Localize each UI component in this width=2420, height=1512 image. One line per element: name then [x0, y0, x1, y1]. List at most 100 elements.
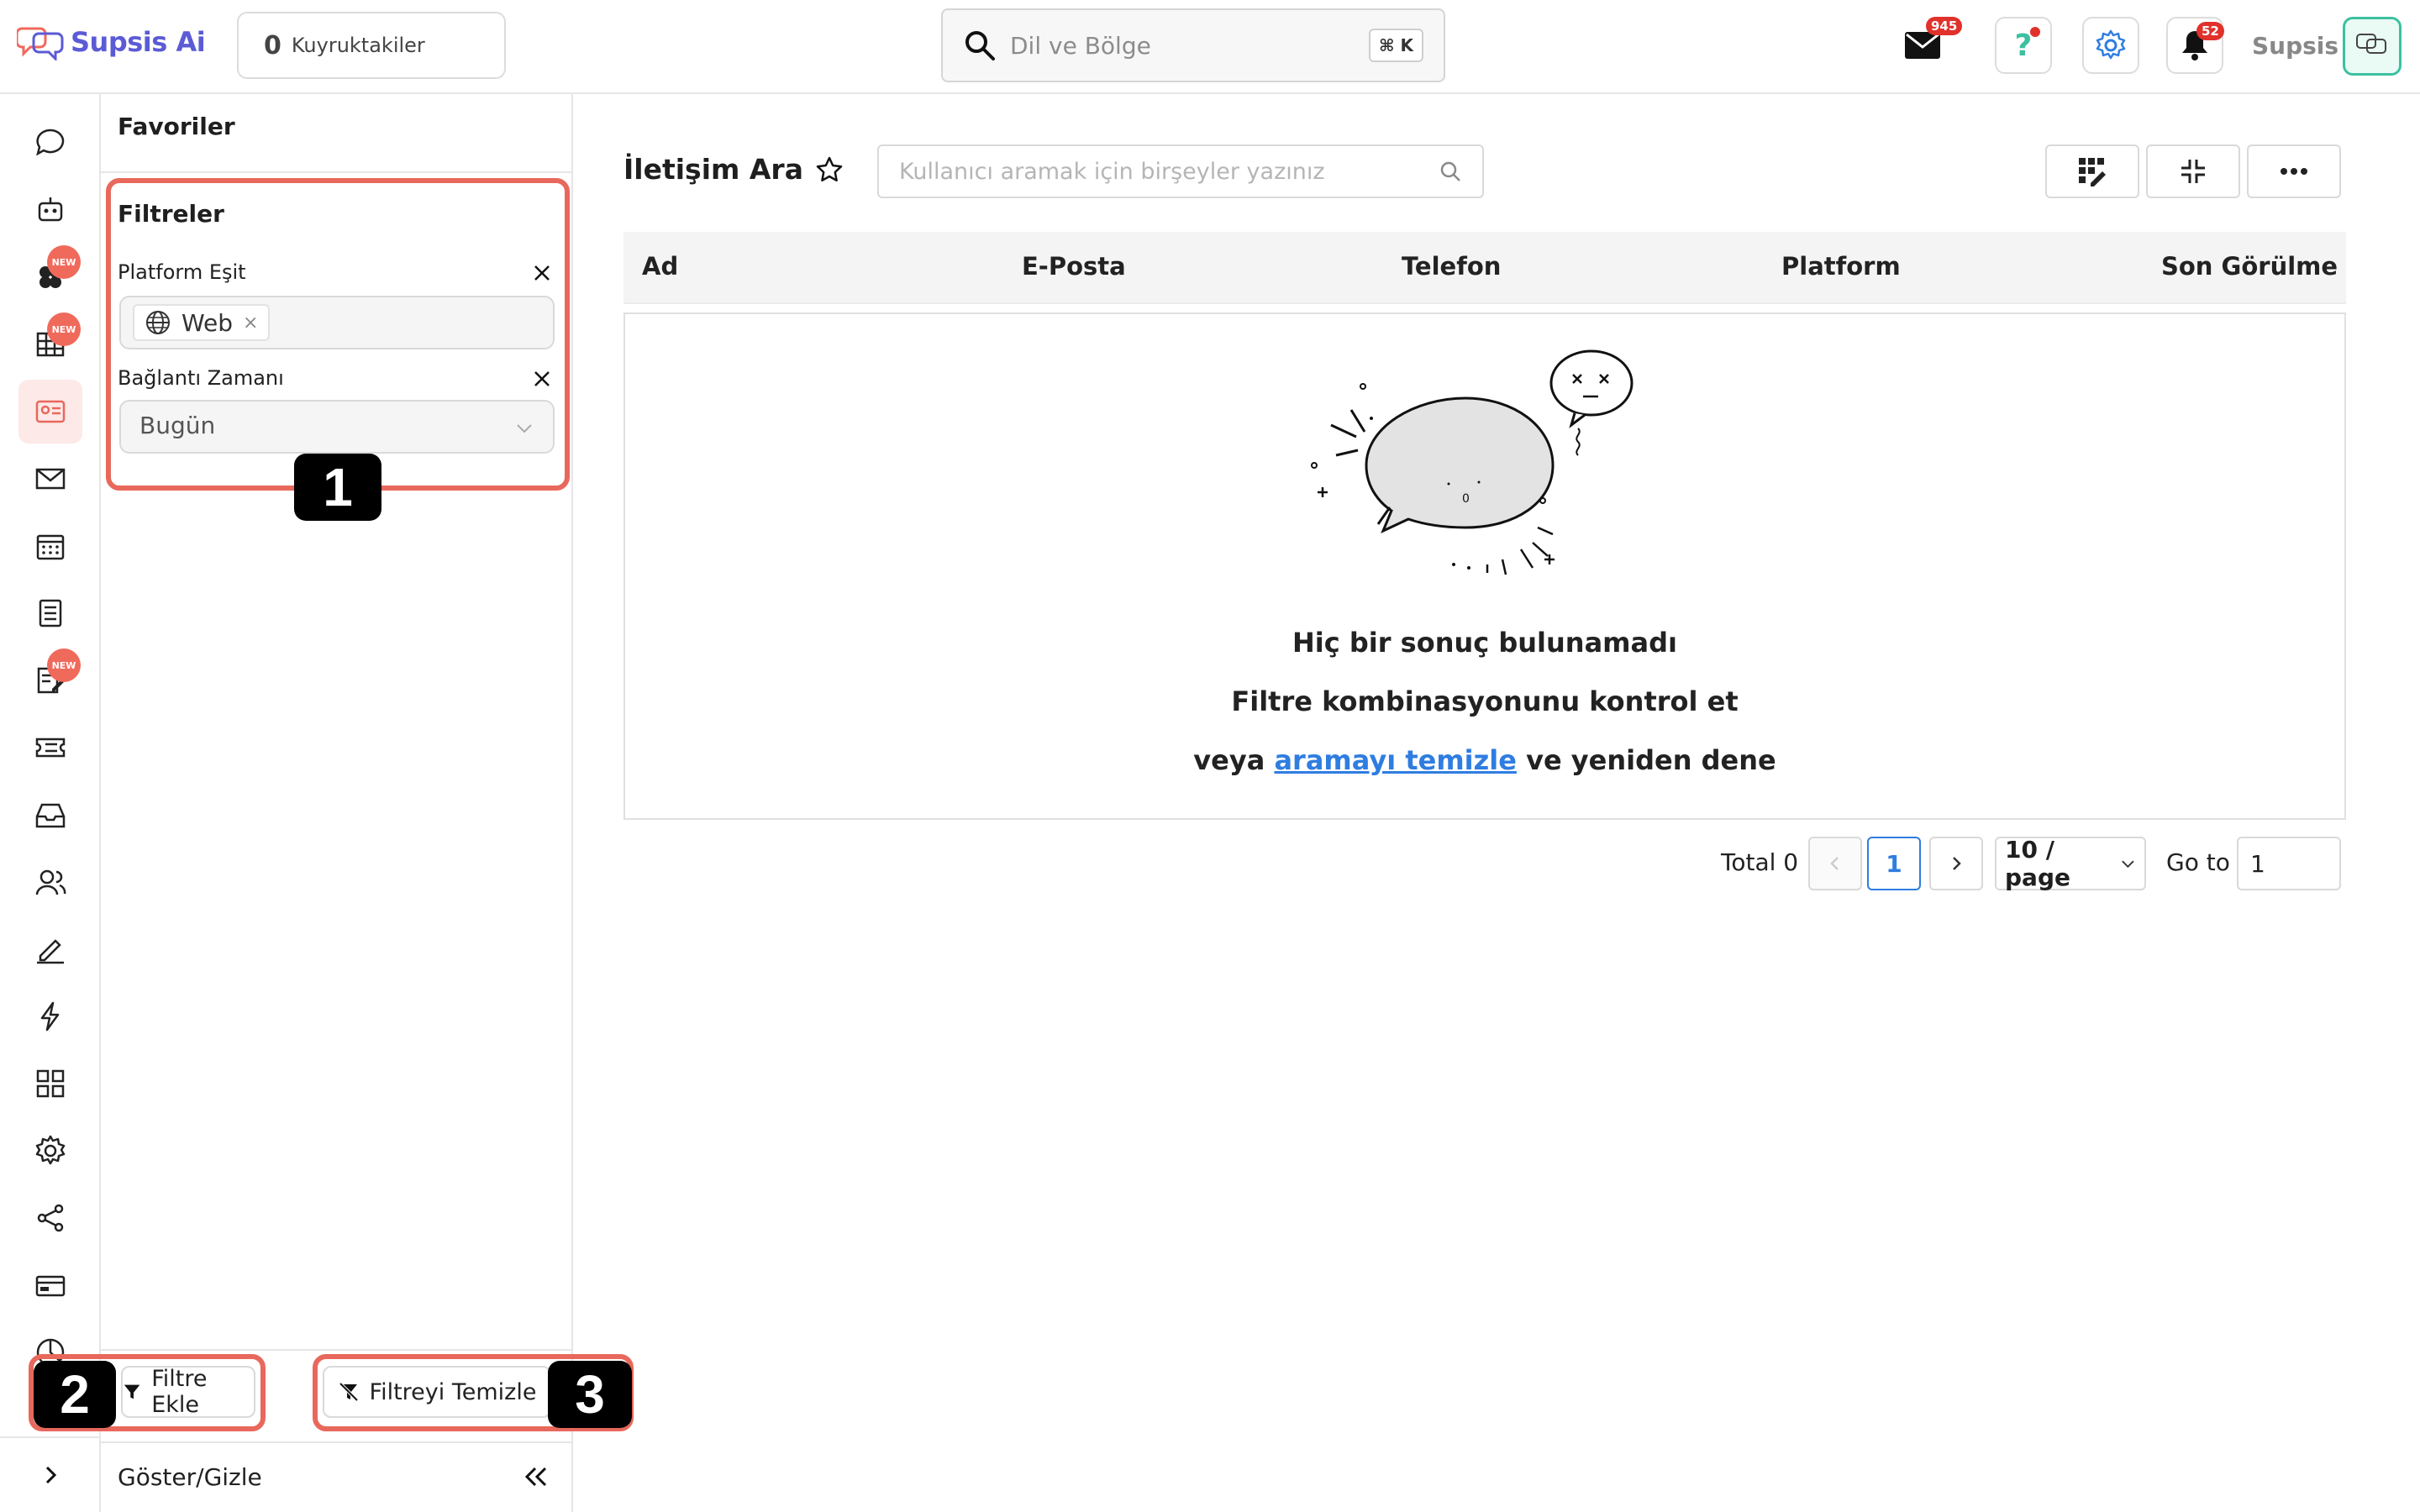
- queue-count: 0: [264, 30, 281, 60]
- search-shortcut: ⌘ K: [1368, 29, 1423, 62]
- page-number-button[interactable]: 1: [1867, 837, 1921, 890]
- close-icon: [534, 265, 550, 281]
- toggle-panel-label[interactable]: Göster/Gizle: [118, 1463, 262, 1491]
- goto-page-input[interactable]: 1: [2237, 837, 2341, 890]
- apps-grid-icon: [36, 1069, 65, 1098]
- calendar-icon: [36, 534, 65, 560]
- nav-settings[interactable]: [18, 1119, 82, 1183]
- contact-search-input[interactable]: Kullanıcı aramak için birşeyler yazınız: [877, 144, 1484, 198]
- mail-icon: [35, 468, 66, 490]
- annotation-badge-1: 1: [294, 454, 381, 521]
- divider: [101, 171, 571, 173]
- column-settings-button[interactable]: [2045, 144, 2139, 198]
- search-icon: [965, 31, 995, 60]
- more-options-button[interactable]: [2247, 144, 2341, 198]
- settings-button[interactable]: [2082, 17, 2139, 74]
- nav-mail[interactable]: [18, 447, 82, 511]
- nav-tickets[interactable]: [18, 716, 82, 780]
- nav-forms[interactable]: NEW: [18, 648, 82, 712]
- envelope-icon: [1905, 32, 1940, 59]
- empty-speech-bubble-illustration: 0: [1311, 349, 1634, 575]
- nav-chat[interactable]: [18, 111, 82, 175]
- nav-automation[interactable]: [18, 984, 82, 1048]
- nav-signature[interactable]: [18, 917, 82, 981]
- nav-apps[interactable]: [18, 1052, 82, 1116]
- new-tag: NEW: [47, 312, 81, 346]
- grid-edit-icon: [2079, 158, 2106, 186]
- avatar[interactable]: [2343, 17, 2402, 76]
- nav-integrations[interactable]: [18, 1186, 82, 1250]
- remove-connection-time-filter-button[interactable]: [529, 366, 555, 391]
- nav-inbox[interactable]: [18, 783, 82, 847]
- chevron-right-icon: [45, 1466, 57, 1484]
- nav-table[interactable]: NEW: [18, 312, 82, 376]
- prev-page-button[interactable]: [1808, 837, 1862, 890]
- chip-remove-icon[interactable]: ×: [243, 312, 258, 333]
- clear-search-link[interactable]: aramayı temizle: [1274, 744, 1517, 776]
- avatar-logo-icon: [2356, 34, 2386, 54]
- nav-list[interactable]: [18, 581, 82, 645]
- share-icon: [37, 1204, 64, 1232]
- collapse-icon: [2181, 160, 2205, 183]
- favorites-title: Favoriler: [118, 113, 235, 140]
- nav-contacts[interactable]: [18, 380, 82, 444]
- connection-time-select[interactable]: Bugün: [119, 400, 555, 454]
- remove-platform-filter-button[interactable]: [529, 260, 555, 286]
- column-header-phone[interactable]: Telefon: [1402, 252, 1501, 281]
- star-icon[interactable]: [815, 155, 844, 184]
- left-navigation-rail: NEW NEW NEW: [0, 94, 101, 1512]
- globe-icon: [146, 311, 170, 334]
- page-size-select[interactable]: 10 / page: [1995, 836, 2146, 891]
- goto-label: Go to: [2166, 848, 2230, 876]
- settings-gear-icon: [35, 1135, 66, 1165]
- signature-icon: [37, 939, 64, 964]
- platform-filter-input[interactable]: Web ×: [119, 296, 555, 349]
- platform-chip-label: Web: [182, 308, 234, 337]
- expand-rail-button[interactable]: [0, 1436, 101, 1512]
- user-name[interactable]: Supsis: [2252, 32, 2338, 60]
- column-header-name[interactable]: Ad: [642, 252, 678, 281]
- help-dot: [2030, 27, 2040, 37]
- contact-search-placeholder: Kullanıcı aramak için birşeyler yazınız: [899, 158, 1325, 185]
- logo-text: Supsis Ai: [71, 26, 206, 58]
- column-header-last-seen[interactable]: Son Görülme: [2161, 252, 2338, 281]
- chat-bubble-icon: [36, 129, 65, 156]
- help-button[interactable]: ?: [1995, 17, 2052, 74]
- chevron-left-icon: [1830, 857, 1839, 870]
- queue-counter[interactable]: 0 Kuyruktakiler: [237, 12, 506, 79]
- robot-icon: [38, 197, 63, 222]
- column-header-email[interactable]: E-Posta: [1022, 252, 1126, 281]
- divider: [101, 1441, 571, 1443]
- clear-filter-button[interactable]: Filtreyi Temizle: [323, 1366, 551, 1418]
- nav-billing[interactable]: [18, 1253, 82, 1317]
- next-page-button[interactable]: [1929, 837, 1983, 890]
- billing-icon: [35, 1275, 66, 1297]
- nav-users[interactable]: [18, 850, 82, 914]
- empty-state-suffix: ve yeniden dene: [1526, 744, 1776, 776]
- annotation-badge-2: 2: [34, 1361, 116, 1428]
- logo[interactable]: Supsis Ai: [17, 24, 206, 60]
- messages-button[interactable]: 945: [1894, 17, 1963, 74]
- add-filter-button[interactable]: Filtre Ekle: [121, 1366, 255, 1418]
- global-search-placeholder: Dil ve Bölge: [1010, 31, 1151, 60]
- queue-label: Kuyruktakiler: [291, 34, 425, 57]
- inbox-icon: [35, 803, 66, 828]
- double-chevron-left-icon[interactable]: [521, 1462, 551, 1492]
- filter-clear-icon: [339, 1382, 358, 1402]
- global-search[interactable]: Dil ve Bölge ⌘ K: [941, 8, 1445, 82]
- messages-badge: 945: [1926, 17, 1963, 35]
- divider: [101, 1349, 571, 1351]
- chevron-right-icon: [1953, 857, 1961, 870]
- contact-card-icon: [35, 400, 66, 423]
- filter-icon: [124, 1384, 140, 1399]
- notifications-button[interactable]: 52: [2166, 17, 2224, 74]
- gear-icon: [2096, 29, 2126, 60]
- nav-bot[interactable]: [18, 178, 82, 242]
- column-header-platform[interactable]: Platform: [1781, 252, 1901, 281]
- filters-title: Filtreler: [118, 200, 224, 228]
- nav-flower[interactable]: NEW: [18, 245, 82, 309]
- new-tag: NEW: [47, 648, 81, 682]
- clear-filter-label: Filtreyi Temizle: [369, 1378, 537, 1405]
- compact-view-button[interactable]: [2146, 144, 2240, 198]
- nav-calendar[interactable]: [18, 514, 82, 578]
